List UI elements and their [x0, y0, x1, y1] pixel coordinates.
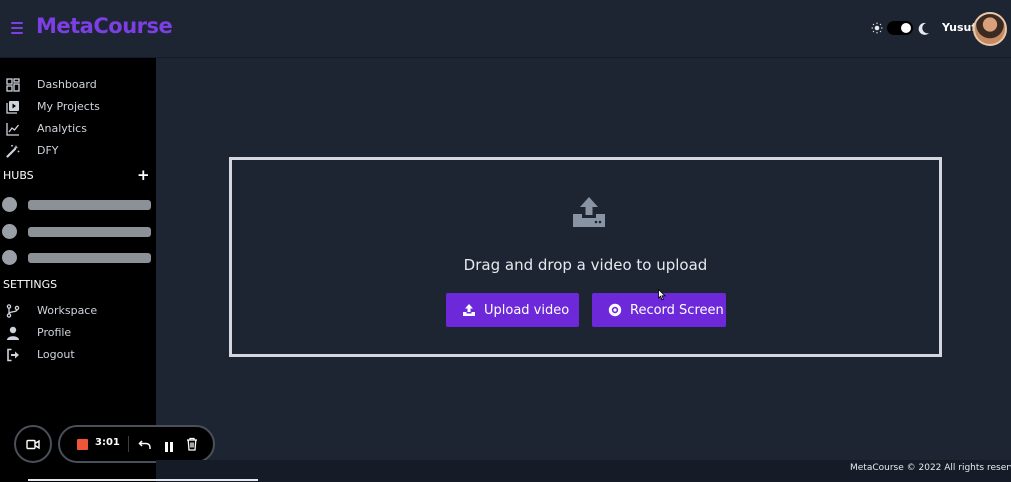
recording-timer: 3:01 — [95, 437, 120, 448]
moon-icon — [918, 21, 930, 35]
sidebar-item-label: Analytics — [37, 121, 87, 135]
sidebar-item-analytics[interactable]: Analytics — [0, 118, 156, 138]
bottom-progress-line — [28, 479, 258, 481]
hub-name-placeholder — [28, 253, 151, 263]
sidebar-item-profile[interactable]: Profile — [0, 322, 156, 342]
copyright-text: MetaCourse © 2022 All rights reserved — [850, 463, 1011, 473]
video-camera-icon — [26, 435, 40, 454]
hub-name-placeholder — [28, 227, 151, 237]
dashboard-icon — [6, 77, 20, 92]
stop-recording-button[interactable] — [77, 439, 88, 450]
sidebar-item-dfy[interactable]: DFY — [0, 140, 156, 160]
pause-recording-icon[interactable] — [163, 438, 175, 452]
upload-video-label: Upload video — [484, 302, 570, 318]
header: MetaCourse Yusuf — [0, 0, 1011, 58]
username[interactable]: Yusuf — [942, 21, 976, 34]
sidebar-item-logout[interactable]: Logout — [0, 344, 156, 364]
hubs-section-title: HUBS — [3, 169, 34, 182]
hub-avatar-placeholder — [2, 197, 17, 212]
sidebar-item-label: Dashboard — [37, 77, 97, 91]
sidebar-item-label: Logout — [37, 347, 75, 361]
settings-section-title: SETTINGS — [3, 278, 58, 291]
sidebar-item-dashboard[interactable]: Dashboard — [0, 74, 156, 94]
add-hub-button[interactable]: + — [137, 168, 150, 183]
record-icon — [608, 303, 622, 317]
upload-video-button[interactable]: Upload video — [446, 293, 579, 327]
workspace-icon — [6, 303, 20, 318]
sidebar-item-label: My Projects — [37, 99, 100, 113]
hub-placeholder — [2, 223, 152, 239]
mouse-cursor-icon — [658, 286, 666, 301]
camera-toggle-button[interactable] — [14, 425, 52, 463]
record-screen-label: Record Screen — [630, 302, 724, 318]
dropzone-instructions: Drag and drop a video to upload — [463, 256, 708, 274]
video-dropzone[interactable]: Drag and drop a video to upload Upload v… — [229, 157, 942, 357]
hub-placeholder — [2, 196, 152, 212]
upload-icon — [462, 303, 476, 317]
upload-tray-icon — [572, 195, 606, 229]
app-logo[interactable]: MetaCourse — [36, 14, 173, 38]
sidebar-item-my-projects[interactable]: My Projects — [0, 96, 156, 116]
recording-controls: 3:01 — [58, 425, 215, 463]
hub-name-placeholder — [28, 200, 151, 210]
analytics-icon — [6, 121, 20, 136]
hub-avatar-placeholder — [2, 250, 17, 265]
sidebar-item-label: Profile — [37, 325, 72, 339]
avatar[interactable] — [973, 12, 1007, 46]
hub-placeholder — [2, 249, 152, 265]
delete-recording-icon[interactable] — [186, 436, 198, 451]
hamburger-menu-icon[interactable] — [11, 22, 23, 34]
hub-avatar-placeholder — [2, 224, 17, 239]
sidebar: Dashboard My Projects Analytics DFY HUBS… — [0, 58, 156, 482]
logout-icon — [6, 347, 20, 362]
magic-wand-icon — [6, 143, 20, 158]
sidebar-item-label: DFY — [37, 143, 59, 157]
theme-toggle[interactable] — [887, 21, 913, 35]
sidebar-item-workspace[interactable]: Workspace — [0, 300, 156, 320]
theme-toggle-knob — [901, 23, 911, 33]
recording-divider — [128, 436, 129, 452]
sun-icon — [871, 22, 883, 34]
projects-icon — [6, 99, 20, 114]
sidebar-item-label: Workspace — [37, 303, 98, 317]
footer: MetaCourse © 2022 All rights reserved — [156, 460, 1011, 482]
restart-recording-icon[interactable] — [138, 437, 152, 451]
user-icon — [6, 325, 20, 340]
